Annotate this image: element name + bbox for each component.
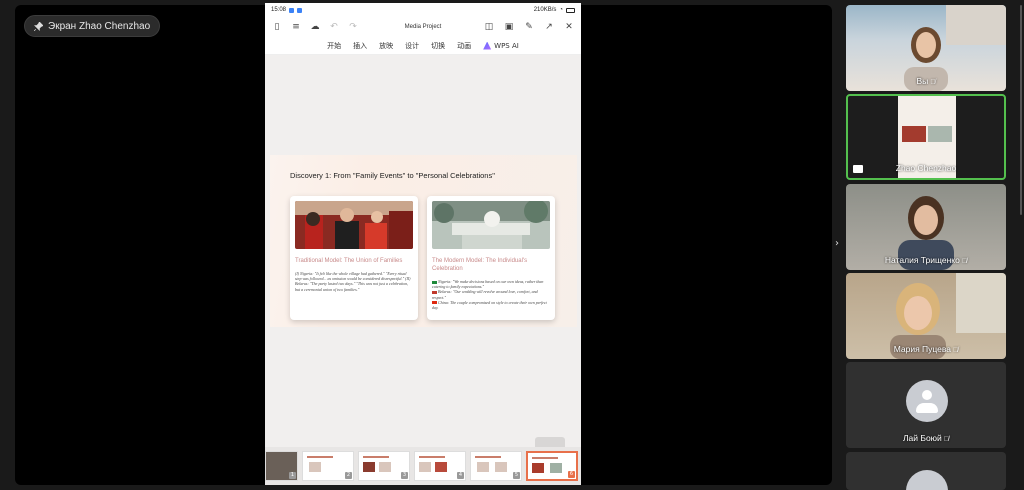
wps-ai-label: WPS AI: [494, 41, 519, 50]
slide-thumbnails: 1 2 3 4 5 6: [265, 447, 581, 485]
pin-icon: [34, 21, 43, 31]
notification-icon: [297, 7, 303, 13]
card-quote: China: The couple compromised on style t…: [432, 299, 547, 311]
notification-icon: [289, 7, 295, 13]
participant-tile[interactable]: Мария Пуцева 🎙̸: [846, 273, 1006, 359]
menu-item-design[interactable]: 设计: [405, 41, 419, 51]
participant-name: Лай Боюй: [902, 433, 942, 443]
slide-canvas[interactable]: Discovery 1: From "Family Events" to "Pe…: [265, 55, 581, 448]
thumbnail-number: 3: [401, 472, 408, 479]
slide-thumbnail[interactable]: 5: [470, 451, 522, 481]
slide-thumbnail[interactable]: 2: [302, 451, 354, 481]
mic-muted-icon: 🎙̸: [953, 347, 959, 354]
close-icon[interactable]: ✕: [564, 22, 574, 32]
card-body: (I) Nigeria: "It felt like the whole vil…: [295, 271, 411, 292]
avatar: [906, 470, 948, 490]
card-quote: Nigeria: "We make decisions based on our…: [432, 279, 544, 290]
slide-thumbnail[interactable]: 3: [358, 451, 410, 481]
belarus-flag-icon: [432, 290, 437, 294]
participant-name: Мария Пуцева: [893, 344, 952, 354]
participant-tile-active[interactable]: Zhao Chenzhao: [846, 94, 1006, 180]
slide-title: Discovery 1: From "Family Events" to "Pe…: [290, 171, 495, 180]
wifi-icon: ◔: [559, 7, 563, 13]
save-icon[interactable]: ▣: [504, 22, 514, 32]
participants-scrollbar[interactable]: [1020, 5, 1022, 215]
menu-item-transition[interactable]: 切换: [431, 41, 445, 51]
wps-ai-button[interactable]: WPS AI: [483, 41, 519, 50]
pinned-screen-badge[interactable]: Экран Zhao Chenzhao: [24, 15, 161, 37]
battery-icon: [566, 7, 575, 13]
thumbnail-number: 2: [345, 472, 352, 479]
traditional-model-card: Traditional Model: The Union of Families…: [290, 196, 418, 320]
slide-thumbnail-active[interactable]: 6: [526, 451, 578, 481]
redo-icon[interactable]: ↷: [348, 22, 358, 32]
thumbnail-number: 5: [513, 472, 520, 479]
shared-tablet-screen[interactable]: 15:08 210KB/s ◔ ▯ ≡ ☁ ↶ ↷ Media Project …: [265, 3, 581, 485]
person-body-icon: [916, 403, 938, 413]
wps-ai-icon: [483, 41, 492, 50]
pen-icon[interactable]: ✎: [524, 22, 534, 32]
card-body: Nigeria: "We make decisions based on our…: [432, 279, 550, 310]
menu-item-animation[interactable]: 动画: [457, 41, 471, 51]
mic-muted-icon: 🎙̸: [943, 436, 950, 443]
wedding-photo: [295, 201, 413, 249]
menu-icon[interactable]: ≡: [291, 22, 301, 32]
pinned-screen-label: Экран Zhao Chenzhao: [48, 20, 151, 32]
modern-model-card: The Modern Model: The Individual's Celeb…: [427, 196, 555, 320]
status-time: 15:08: [271, 7, 287, 13]
cloud-sync-icon[interactable]: ☁: [310, 22, 320, 32]
participant-name: Наталия Трищенко: [884, 255, 960, 265]
wedding-venue-photo: [432, 201, 550, 249]
mic-muted-icon: 🎙̸: [930, 79, 936, 86]
layout-icon[interactable]: ◫: [484, 22, 494, 32]
participant-name: Zhao Chenzhao: [895, 163, 957, 173]
person-icon: [922, 390, 932, 400]
participant-tile[interactable]: Лай Боюй 🎙̸: [846, 362, 1006, 448]
menu-item-slideshow[interactable]: 放映: [379, 41, 393, 51]
slide-thumbnail[interactable]: 1: [265, 451, 298, 481]
thumbnail-panel-handle[interactable]: [535, 437, 565, 447]
china-flag-icon: [432, 301, 437, 305]
card-quote: Belarus: "Our wedding will revolve aroun…: [432, 289, 538, 300]
participant-tile-partial[interactable]: [846, 452, 1006, 490]
thumbnail-number: 1: [289, 472, 296, 479]
menu-item-insert[interactable]: 插入: [353, 41, 367, 51]
sidebar-toggle-icon[interactable]: ▯: [272, 22, 282, 32]
ribbon-menu: 开始 插入 放映 设计 切换 动画 WPS AI: [265, 37, 581, 55]
status-bar: 15:08 210KB/s ◔: [265, 3, 581, 17]
app-toolbar: ▯ ≡ ☁ ↶ ↷ Media Project ◫ ▣ ✎ ↗ ✕: [265, 17, 581, 37]
slide-thumbnail[interactable]: 4: [414, 451, 466, 481]
card-heading: Traditional Model: The Union of Families: [295, 258, 403, 264]
slide[interactable]: Discovery 1: From "Family Events" to "Pe…: [270, 155, 577, 327]
menu-item-home[interactable]: 开始: [327, 41, 341, 51]
nigeria-flag-icon: [432, 280, 437, 284]
participant-tile[interactable]: Вы 🎙̸: [846, 5, 1006, 91]
avatar: [906, 380, 948, 422]
undo-icon[interactable]: ↶: [329, 22, 339, 32]
network-speed: 210KB/s: [533, 7, 557, 13]
thumbnail-number: 4: [457, 472, 464, 479]
collapse-panel-chevron-icon[interactable]: ›: [835, 238, 839, 249]
share-icon[interactable]: ↗: [544, 22, 554, 32]
participant-tile[interactable]: Наталия Трищенко 🎙̸: [846, 184, 1006, 270]
thumbnail-number: 6: [568, 471, 575, 478]
mic-muted-icon: 🎙̸: [961, 258, 968, 265]
participant-name: Вы: [916, 76, 929, 86]
card-heading: The Modern Model: The Individual's Celeb…: [432, 258, 528, 272]
